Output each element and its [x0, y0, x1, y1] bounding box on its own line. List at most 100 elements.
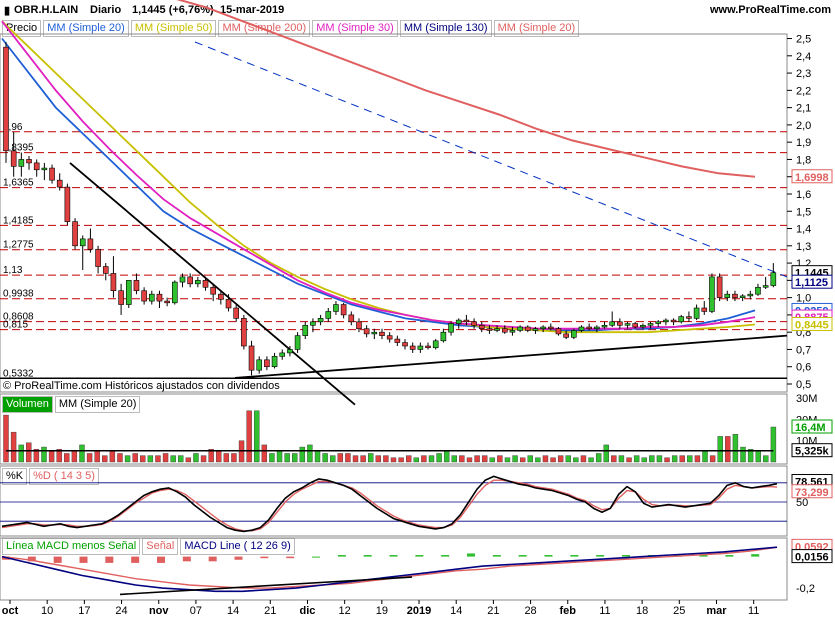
- volume-bar: [254, 410, 260, 463]
- volume-bar: [79, 444, 85, 463]
- candle-body: [287, 349, 293, 354]
- value-badge-text: 5,325k: [795, 446, 830, 458]
- volume-bar: [216, 451, 222, 463]
- volume-bar: [763, 455, 769, 463]
- candle-body: [770, 272, 777, 286]
- macd-hist-bar: [182, 556, 191, 562]
- volume-bar: [41, 446, 47, 463]
- price-axis-label: 2,3: [796, 68, 811, 80]
- volume-bar: [656, 455, 663, 463]
- volume-bar: [428, 455, 435, 463]
- price-axis-label: 2,2: [796, 85, 811, 97]
- candle-body: [647, 323, 654, 326]
- candle-body: [256, 359, 263, 371]
- candle-body: [440, 331, 447, 342]
- x-axis-label: mar: [706, 605, 727, 617]
- price-axis-label: 0,7: [796, 344, 811, 356]
- volume-bar: [102, 455, 108, 463]
- volume-bar: [200, 455, 207, 463]
- volume-bar: [261, 444, 268, 463]
- candle-body: [148, 293, 155, 302]
- candle-body: [79, 238, 86, 247]
- price-axis-label: 2,1: [796, 103, 811, 115]
- value-badge-text: 73,299: [795, 487, 829, 499]
- candle-body: [709, 276, 715, 312]
- x-axis-label: 12: [339, 605, 351, 617]
- prorealtime-chart-window: ▮ OBR.H.LAIN Diario 1,1445 (+6,76%) 15-m…: [0, 0, 835, 620]
- x-axis-label: 14: [450, 605, 462, 617]
- volume-bar: [436, 453, 442, 463]
- volume-bar: [725, 436, 731, 463]
- x-axis-label: 19: [376, 605, 388, 617]
- level-label: 0,9938: [3, 289, 34, 300]
- price-footer: © ProRealTime.com Históricos ajustados c…: [3, 380, 280, 392]
- candle-body: [524, 326, 531, 331]
- x-axis-label: nov: [149, 605, 169, 617]
- volume-bar: [299, 446, 306, 463]
- volume-bar: [466, 457, 473, 463]
- volume-bar: [18, 444, 24, 463]
- candle-body: [279, 352, 286, 357]
- volume-bar: [292, 453, 298, 463]
- candle-body: [670, 319, 677, 323]
- candle-body: [594, 326, 600, 330]
- x-axis-label: feb: [560, 605, 577, 617]
- candle-body: [402, 342, 408, 347]
- candle-body: [379, 331, 385, 336]
- volume-bar: [26, 442, 32, 463]
- candle-body: [26, 159, 32, 164]
- candle-body: [225, 299, 232, 309]
- price-axis-label: 0,5: [796, 379, 811, 391]
- candle-body: [409, 345, 416, 350]
- volume-bar: [603, 444, 609, 463]
- chart-canvas[interactable]: 1,961,83951,63651,41851,27751,130,99380,…: [0, 0, 835, 620]
- candle-body: [118, 290, 124, 305]
- volume-bar: [618, 455, 625, 463]
- candle-body: [739, 295, 746, 298]
- candle-body: [294, 335, 301, 350]
- volume-bar: [679, 455, 685, 463]
- candle-body: [164, 300, 170, 304]
- volume-bar: [147, 455, 154, 463]
- volume-bar: [671, 455, 678, 463]
- candle-body: [471, 321, 477, 326]
- volume-bar: [10, 431, 17, 463]
- volume-bar: [360, 455, 366, 463]
- volume-bar: [86, 453, 93, 463]
- volume-bar: [504, 457, 511, 463]
- candle-body: [371, 331, 378, 335]
- candle-body: [41, 167, 48, 171]
- volume-bar: [413, 457, 419, 463]
- volume-bar: [565, 455, 571, 463]
- value-badge-text: 0,0156: [795, 552, 829, 564]
- candle-body: [432, 340, 439, 349]
- x-axis-label: 21: [487, 605, 499, 617]
- candle-body: [271, 356, 278, 368]
- candle-body: [241, 318, 247, 347]
- volume-bar: [375, 455, 382, 463]
- candle-body: [747, 293, 754, 297]
- price-axis-label: 1,3: [796, 241, 811, 253]
- candle-body: [663, 319, 669, 323]
- candle-body: [755, 286, 761, 295]
- candle-body: [617, 321, 623, 326]
- candle-body: [701, 307, 708, 312]
- candle-body: [363, 328, 370, 335]
- volume-bar: [580, 455, 587, 463]
- stoch-panel-frame: [0, 465, 788, 537]
- candle-body: [179, 276, 186, 283]
- candle-body: [49, 167, 55, 181]
- stoch-axis-label: 50: [796, 497, 808, 509]
- volume-bar: [132, 453, 138, 463]
- macd-trend-line: [119, 576, 413, 596]
- candle-body: [686, 316, 692, 319]
- candle-body: [348, 314, 355, 323]
- macd-hist-bar: [518, 555, 527, 557]
- candle-body: [233, 307, 239, 319]
- x-axis-label: 25: [673, 605, 685, 617]
- volume-bar: [352, 455, 359, 463]
- candle-body: [110, 273, 117, 292]
- volume-bar: [489, 457, 495, 463]
- volume-bar: [443, 451, 450, 463]
- macd-hist-bar: [337, 555, 346, 557]
